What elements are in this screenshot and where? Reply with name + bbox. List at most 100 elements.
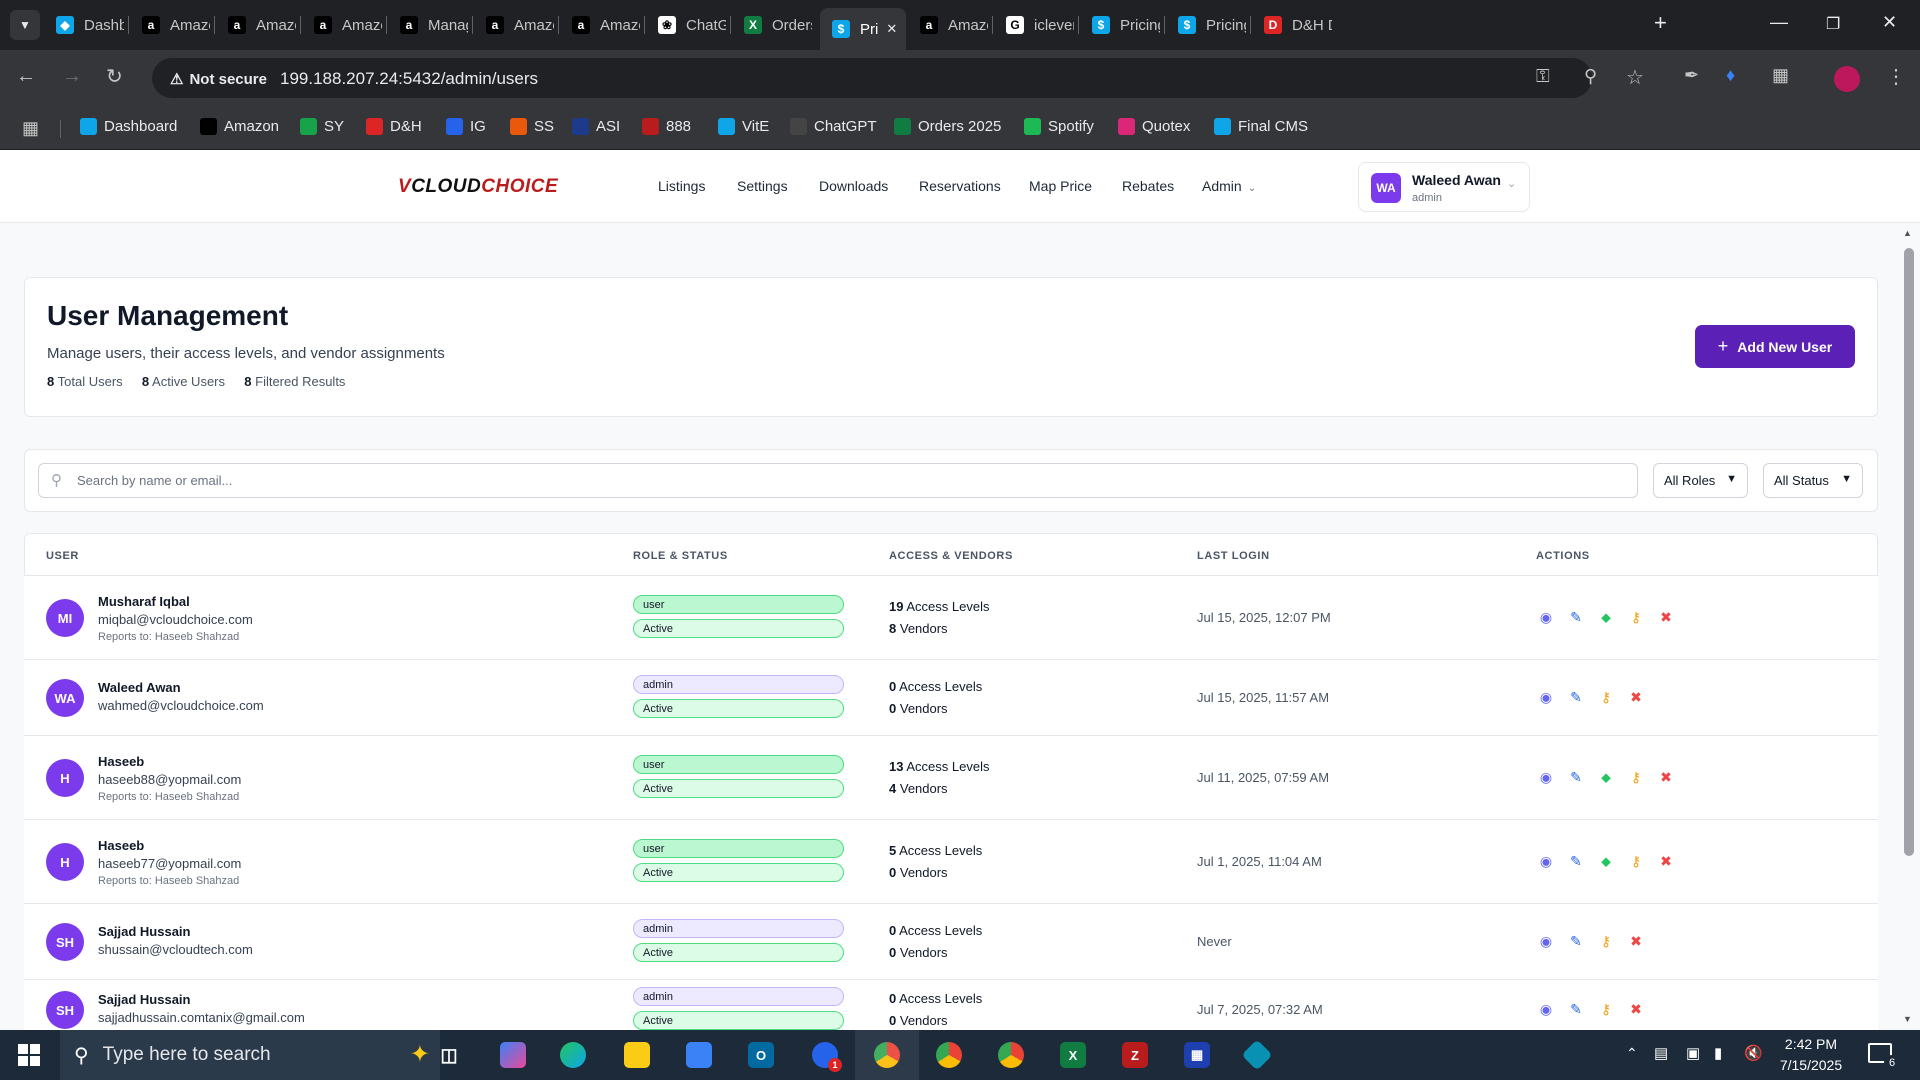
- scrollbar-thumb[interactable]: [1904, 248, 1914, 856]
- nav-downloads[interactable]: Downloads: [819, 178, 888, 194]
- address-bar[interactable]: ⚠ Not secure 199.188.207.24:5432/admin/us…: [152, 58, 1644, 98]
- user-menu[interactable]: WA Waleed Awan admin ⌄: [1358, 162, 1530, 212]
- bookmark-star-icon[interactable]: ☆: [1626, 65, 1644, 90]
- key-icon[interactable]: ⚷: [1598, 689, 1614, 705]
- bookmark-item[interactable]: Dashboard: [80, 118, 177, 135]
- copilot-icon[interactable]: [500, 1042, 526, 1068]
- chrome-profile-2-icon[interactable]: [936, 1042, 962, 1068]
- delete-trash-icon[interactable]: ✖: [1658, 769, 1674, 785]
- scroll-up-arrow-icon[interactable]: ▲: [1903, 228, 1912, 238]
- bookmark-item[interactable]: D&H: [366, 118, 422, 135]
- vcloudchoice-logo[interactable]: VCLOUDCHOICE: [398, 176, 558, 198]
- browser-tab[interactable]: a Manag: [388, 8, 468, 42]
- forward-icon[interactable]: →: [62, 65, 82, 88]
- nav-listings[interactable]: Listings: [658, 178, 705, 194]
- browser-tab[interactable]: $ Pricing: [1080, 8, 1160, 42]
- windows-start-icon[interactable]: [18, 1044, 40, 1066]
- extensions-puzzle-icon[interactable]: ▦: [1772, 65, 1789, 86]
- view-eye-icon[interactable]: ◉: [1538, 689, 1554, 705]
- key-icon[interactable]: ⚷: [1628, 769, 1644, 785]
- view-eye-icon[interactable]: ◉: [1538, 933, 1554, 949]
- browser-tab[interactable]: a Amazon: [474, 8, 554, 42]
- taskbar-date[interactable]: 7/15/2025: [1773, 1057, 1849, 1073]
- bookmark-item[interactable]: VitE: [718, 118, 769, 135]
- view-eye-icon[interactable]: ◉: [1538, 769, 1554, 785]
- browser-tab[interactable]: ◆ Dashbo: [44, 8, 124, 42]
- browser-tab[interactable]: $ Pri ✕: [820, 8, 906, 50]
- edit-pencil-icon[interactable]: ✎: [1568, 1001, 1584, 1017]
- store-icon[interactable]: [686, 1042, 712, 1068]
- apps-grid-icon[interactable]: ▦: [22, 118, 39, 139]
- file-explorer-icon[interactable]: [624, 1042, 650, 1068]
- bookmark-item[interactable]: IG: [446, 118, 486, 135]
- bookmark-item[interactable]: SY: [300, 118, 344, 135]
- filezilla-icon[interactable]: Z: [1122, 1042, 1148, 1068]
- browser-tab[interactable]: X Orders: [732, 8, 812, 42]
- nav-settings[interactable]: Settings: [737, 178, 788, 194]
- new-tab-icon[interactable]: +: [1654, 10, 1667, 36]
- bookmark-item[interactable]: Amazon: [200, 118, 279, 135]
- browser-tab[interactable]: a Amazon: [216, 8, 296, 42]
- restore-icon[interactable]: ❐: [1826, 14, 1840, 34]
- bookmark-item[interactable]: Final CMS: [1214, 118, 1308, 135]
- key-icon[interactable]: ⚷: [1628, 853, 1644, 869]
- tray-network-icon[interactable]: ▤: [1654, 1044, 1668, 1062]
- view-eye-icon[interactable]: ◉: [1538, 609, 1554, 625]
- nav-map-price[interactable]: Map Price: [1029, 178, 1092, 194]
- tag-icon[interactable]: ⬥: [1598, 769, 1614, 785]
- bookmark-item[interactable]: Quotex: [1118, 118, 1190, 135]
- reload-icon[interactable]: ↻: [106, 64, 123, 89]
- bookmark-item[interactable]: 888: [642, 118, 691, 135]
- extension-feather-icon[interactable]: ✒: [1684, 65, 1699, 86]
- excel-icon[interactable]: X: [1060, 1042, 1086, 1068]
- close-tab-icon[interactable]: ✕: [886, 21, 897, 37]
- bookmark-item[interactable]: ChatGPT: [790, 118, 877, 135]
- app-diamond-icon[interactable]: [1241, 1039, 1273, 1071]
- close-window-icon[interactable]: ✕: [1882, 12, 1897, 33]
- chrome-profile-3-icon[interactable]: [998, 1042, 1024, 1068]
- delete-trash-icon[interactable]: ✖: [1628, 933, 1644, 949]
- taskbar-time[interactable]: 2:42 PM: [1781, 1036, 1841, 1052]
- browser-tab[interactable]: a Amazon: [302, 8, 382, 42]
- zoom-app-icon[interactable]: 1: [812, 1042, 842, 1072]
- bookmark-item[interactable]: Spotify: [1024, 118, 1094, 135]
- nav-rebates[interactable]: Rebates: [1122, 178, 1174, 194]
- browser-tab[interactable]: $ Pricing: [1166, 8, 1246, 42]
- tray-volume-muted-icon[interactable]: 🔇: [1744, 1044, 1763, 1062]
- edit-pencil-icon[interactable]: ✎: [1568, 609, 1584, 625]
- taskbar-search-box[interactable]: ⚲ Type here to search ✦: [60, 1030, 440, 1080]
- tray-battery-icon[interactable]: ▮: [1714, 1044, 1722, 1062]
- browser-tab[interactable]: Giclever: [994, 8, 1074, 42]
- edge-icon[interactable]: [560, 1042, 586, 1068]
- view-eye-icon[interactable]: ◉: [1538, 1001, 1554, 1017]
- delete-trash-icon[interactable]: ✖: [1658, 609, 1674, 625]
- tag-icon[interactable]: ⬥: [1598, 853, 1614, 869]
- nav-reservations[interactable]: Reservations: [919, 178, 1001, 194]
- zoom-icon[interactable]: ⚲: [1584, 66, 1597, 87]
- roles-select[interactable]: All Roles ▼: [1653, 463, 1748, 498]
- delete-trash-icon[interactable]: ✖: [1658, 853, 1674, 869]
- browser-tab[interactable]: a Amazon: [130, 8, 210, 42]
- outlook-icon[interactable]: O: [748, 1042, 774, 1068]
- not-secure-indicator[interactable]: ⚠ Not secure: [162, 67, 275, 91]
- bookmark-item[interactable]: Orders 2025: [894, 118, 1001, 135]
- extension-diamond-icon[interactable]: ♦: [1726, 65, 1735, 86]
- tray-chevron-up-icon[interactable]: ⌃: [1626, 1045, 1638, 1062]
- browser-menu-icon[interactable]: ⋮: [1886, 64, 1906, 89]
- scroll-down-arrow-icon[interactable]: ▼: [1903, 1014, 1912, 1024]
- bookmark-item[interactable]: SS: [510, 118, 554, 135]
- tray-device-icon[interactable]: ▣: [1686, 1044, 1700, 1062]
- key-icon[interactable]: ⚷: [1598, 933, 1614, 949]
- calculator-icon[interactable]: ▦: [1184, 1042, 1210, 1068]
- edit-pencil-icon[interactable]: ✎: [1568, 689, 1584, 705]
- add-new-user-button[interactable]: + Add New User: [1695, 325, 1855, 368]
- browser-tab[interactable]: a Amazon: [560, 8, 640, 42]
- minimize-icon[interactable]: —: [1770, 12, 1788, 33]
- browser-tab[interactable]: ❀ ChatGPT: [646, 8, 726, 42]
- key-icon[interactable]: ⚷: [1628, 609, 1644, 625]
- browser-tab[interactable]: a Amazon: [908, 8, 988, 42]
- delete-trash-icon[interactable]: ✖: [1628, 1001, 1644, 1017]
- delete-trash-icon[interactable]: ✖: [1628, 689, 1644, 705]
- search-input[interactable]: ⚲ Search by name or email...: [38, 463, 1638, 498]
- bookmark-item[interactable]: ASI: [572, 118, 620, 135]
